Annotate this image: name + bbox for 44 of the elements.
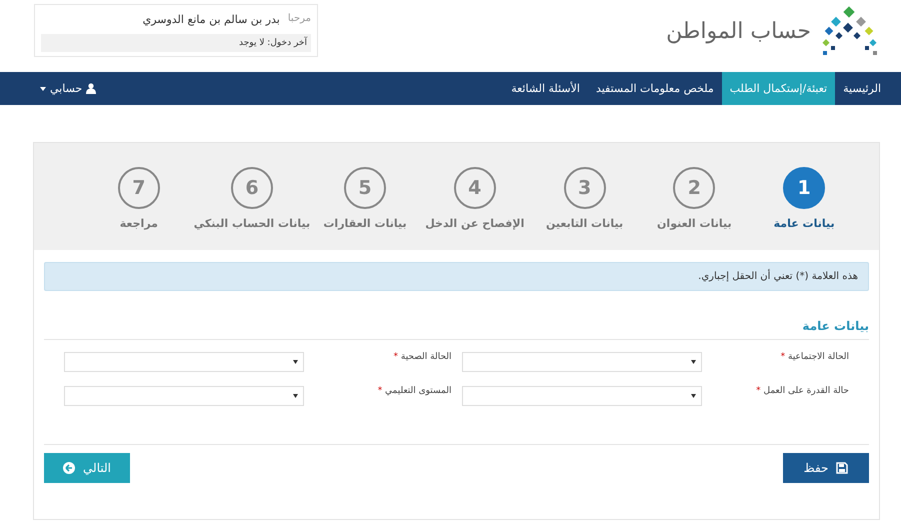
save-button[interactable]: حفظ (783, 453, 869, 483)
field-label: المستوى التعليمي * (378, 386, 452, 396)
field-label: الحالة الاجتماعية * (780, 352, 850, 362)
last-login: آخر دخول: لا يوجد (41, 34, 311, 52)
nav-item[interactable]: ملخص معلومات المستفيد (588, 72, 722, 105)
caret-icon (293, 394, 298, 398)
step-label[interactable]: الإفصاح عن الدخل (425, 217, 524, 230)
caret-icon (40, 86, 46, 90)
floppy-icon (836, 462, 848, 474)
select-field[interactable] (462, 386, 702, 406)
step-label[interactable]: بيانات العنوان (657, 217, 732, 230)
step-number[interactable]: 2 (673, 167, 716, 209)
step-number[interactable]: 3 (564, 167, 606, 209)
account-menu[interactable]: حسابي (40, 72, 96, 105)
section-title: بيانات عامة (44, 319, 869, 340)
info-alert: هذه العلامة (*) تعني أن الحقل إجباري. (44, 262, 869, 291)
step-number[interactable]: 7 (118, 167, 160, 209)
nav-item[interactable]: الرئيسية (835, 72, 889, 105)
field-label: حالة القدرة على العمل * (756, 386, 850, 396)
nav-item[interactable]: الأسئلة الشائعة (503, 72, 588, 105)
logo-icon (821, 6, 879, 56)
step-number[interactable]: 6 (230, 167, 273, 209)
caret-icon (690, 360, 696, 364)
field-label: الحالة الصحية * (394, 352, 452, 362)
step-label[interactable]: بيانات عامة (774, 217, 835, 230)
step-label[interactable]: بيانات التابعين (546, 217, 624, 230)
logo-text: حساب المواطن (666, 18, 811, 44)
greeting: مرحبا (288, 13, 311, 26)
caret-icon (690, 394, 696, 398)
step-number[interactable]: 4 (454, 167, 496, 209)
step-label[interactable]: بيانات العقارات (323, 217, 407, 230)
select-field[interactable] (462, 352, 702, 372)
step-number[interactable]: 1 (783, 167, 826, 209)
user-icon (86, 83, 96, 94)
user-name: بدر بن سالم بن مانع الدوسري (142, 13, 280, 26)
arrow-circle-icon (63, 462, 76, 474)
caret-icon (293, 360, 298, 364)
step-number[interactable]: 5 (344, 167, 386, 209)
nav-item[interactable]: تعبئة/إستكمال الطلب (722, 72, 836, 105)
step-label[interactable]: بيانات الحساب البنكي (194, 217, 310, 230)
select-field[interactable] (64, 386, 304, 406)
step-label[interactable]: مراجعة (120, 217, 158, 230)
next-button[interactable]: التالي (44, 453, 130, 483)
select-field[interactable] (64, 352, 304, 372)
